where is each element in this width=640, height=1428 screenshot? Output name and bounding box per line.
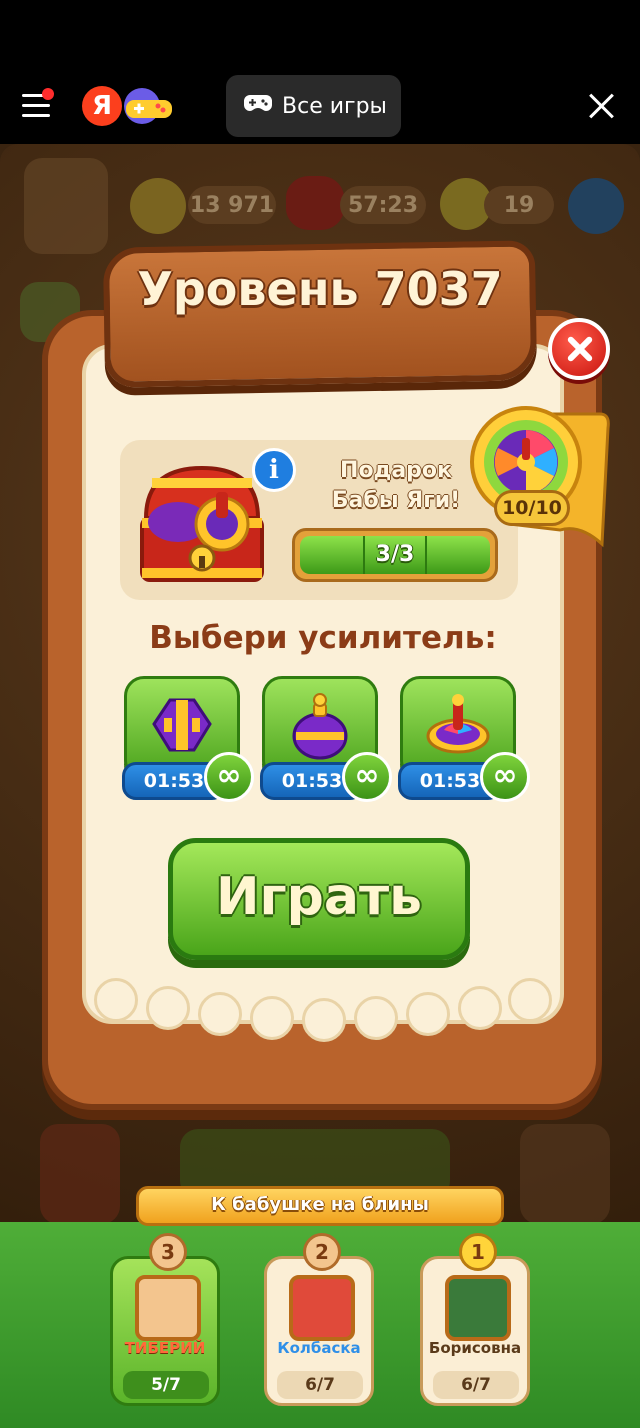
racer-name: Колбаска [277,1339,361,1357]
heart-icon [286,176,344,230]
all-games-label: Все игры [282,93,387,119]
gamepad-icon [244,93,272,119]
gift-progress-bar: 3/3 [292,528,498,582]
racer-rank: 3 [149,1233,187,1271]
racer-card[interactable]: 2 Колбаска 6/7 [264,1233,374,1406]
gift-progress-fill: 3/3 [300,536,490,574]
racer-avatar [445,1275,511,1341]
racer-avatar [135,1275,201,1341]
gift-title: Подарок Бабы Яги! [331,458,461,513]
racer-score: 5/7 [123,1371,209,1399]
racer-name: Борисовна [428,1339,522,1357]
dialog-close-button[interactable] [548,318,610,380]
yandex-logo[interactable]: Я [82,86,122,126]
wheel-count-badge: 10/10 [494,490,570,526]
racer-score: 6/7 [433,1371,519,1399]
choose-booster-title: Выбери усилитель: [149,620,497,656]
bomb-booster-icon [288,690,352,760]
racer-rank-crown-icon: 1 [459,1233,497,1271]
race-banner: К бабушке на блины [136,1186,504,1226]
browser-top-bar: Я Все игры [0,0,640,144]
spinning-top-booster-icon [426,690,490,760]
booster-bomb[interactable]: 01:53 ∞ [260,676,392,802]
stars-counter: 19 [484,186,554,224]
play-button-label: Играть [215,867,423,927]
all-games-button[interactable]: Все игры [226,75,401,137]
lives-timer: 57:23 [340,186,426,224]
settings-gear-icon[interactable] [568,178,624,234]
infinity-badge: ∞ [342,752,392,802]
level-title: Уровень 7037 [137,262,503,316]
racer-score: 6/7 [277,1371,363,1399]
racer-rank: 2 [303,1233,341,1271]
racer-card[interactable]: 1 Борисовна 6/7 [420,1233,530,1406]
play-button[interactable]: Играть [168,838,470,960]
racer-avatar [289,1275,355,1341]
gift-progress-text: 3/3 [375,542,415,567]
hammer-booster-icon [150,690,214,760]
coins-counter: 13 971 [188,186,276,224]
treasure-chest-icon [132,448,272,588]
racer-name: ТИБЕРИЙ [124,1339,206,1357]
yandex-games-icon[interactable] [124,86,174,126]
infinity-badge: ∞ [480,752,530,802]
info-icon[interactable]: i [252,448,296,492]
fortune-wheel-badge[interactable] [470,404,610,548]
booster-hammer[interactable]: 01:53 ∞ [122,676,254,802]
racer-card-me[interactable]: 3 ТИБЕРИЙ 5/7 [110,1233,220,1406]
coin-icon [130,178,186,234]
menu-icon[interactable] [22,88,58,120]
infinity-badge: ∞ [204,752,254,802]
close-icon[interactable] [588,92,616,120]
booster-spinning-top[interactable]: 01:53 ∞ [398,676,530,802]
